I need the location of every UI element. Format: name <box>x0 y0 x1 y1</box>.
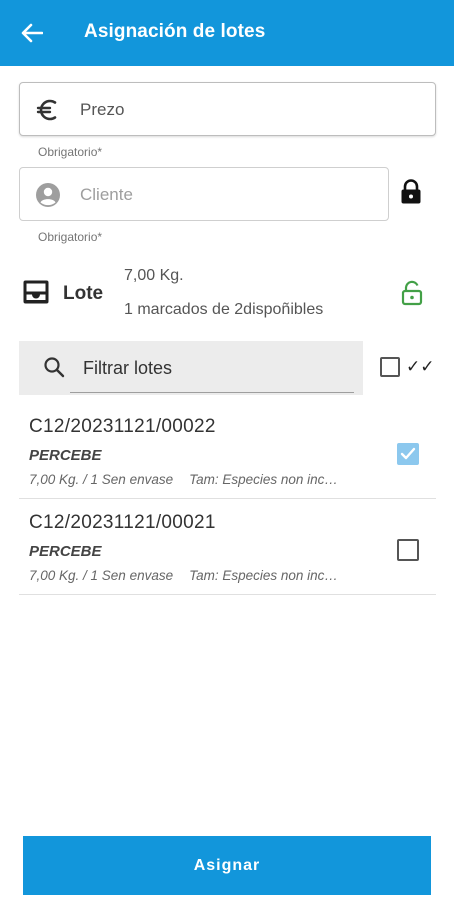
person-icon <box>34 181 62 209</box>
app-bar: Asignación de lotes <box>0 0 454 66</box>
select-all-checkbox[interactable] <box>380 357 400 377</box>
lot-size: Tam: Especies non inc… <box>189 568 338 583</box>
lot-row[interactable]: C12/20231121/00021 PERCEBE 7,00 Kg. / 1 … <box>19 499 436 595</box>
lot-checkbox[interactable] <box>397 539 419 561</box>
filter-underline <box>70 392 354 393</box>
price-helper-text: Obrigatorio* <box>38 145 103 159</box>
lot-code: C12/20231121/00021 <box>29 512 216 533</box>
price-field[interactable] <box>19 82 436 136</box>
lot-species: PERCEBE <box>29 543 102 560</box>
client-helper-text: Obrigatorio* <box>38 230 103 244</box>
client-field[interactable] <box>19 167 389 221</box>
assign-button[interactable]: Asignar <box>23 836 431 895</box>
search-icon <box>43 356 67 380</box>
client-input[interactable] <box>80 180 380 210</box>
price-input[interactable] <box>80 95 380 125</box>
lot-details: 7,00 Kg. / 1 Sen envase Tam: Especies non… <box>29 568 338 583</box>
lot-size: Tam: Especies non inc… <box>189 472 338 487</box>
arrow-left-icon <box>21 23 43 43</box>
lote-marked-count: 1 marcados de 2dispoñibles <box>124 301 324 318</box>
lot-details: 7,00 Kg. / 1 Sen envase Tam: Especies non… <box>29 472 338 487</box>
lot-quantity: 7,00 Kg. / 1 Sen envase <box>29 472 174 487</box>
inbox-tray-icon <box>22 279 50 305</box>
lot-quantity: 7,00 Kg. / 1 Sen envase <box>29 568 174 583</box>
filter-input[interactable] <box>83 354 353 382</box>
filter-box[interactable] <box>19 341 363 395</box>
euro-icon <box>34 96 62 124</box>
lock-open-icon[interactable] <box>401 280 423 306</box>
back-button[interactable] <box>16 17 48 49</box>
page-title: Asignación de lotes <box>84 21 266 42</box>
lot-row[interactable]: C12/20231121/00022 PERCEBE 7,00 Kg. / 1 … <box>19 403 436 499</box>
lock-closed-icon[interactable] <box>400 179 426 207</box>
lot-species: PERCEBE <box>29 447 102 464</box>
lote-weight: 7,00 Kg. <box>124 267 184 284</box>
double-check-icon[interactable]: ✓✓ <box>406 357 435 377</box>
lot-code: C12/20231121/00022 <box>29 416 216 437</box>
lote-label: Lote <box>63 283 104 304</box>
lot-checkbox-checked[interactable] <box>397 443 419 465</box>
